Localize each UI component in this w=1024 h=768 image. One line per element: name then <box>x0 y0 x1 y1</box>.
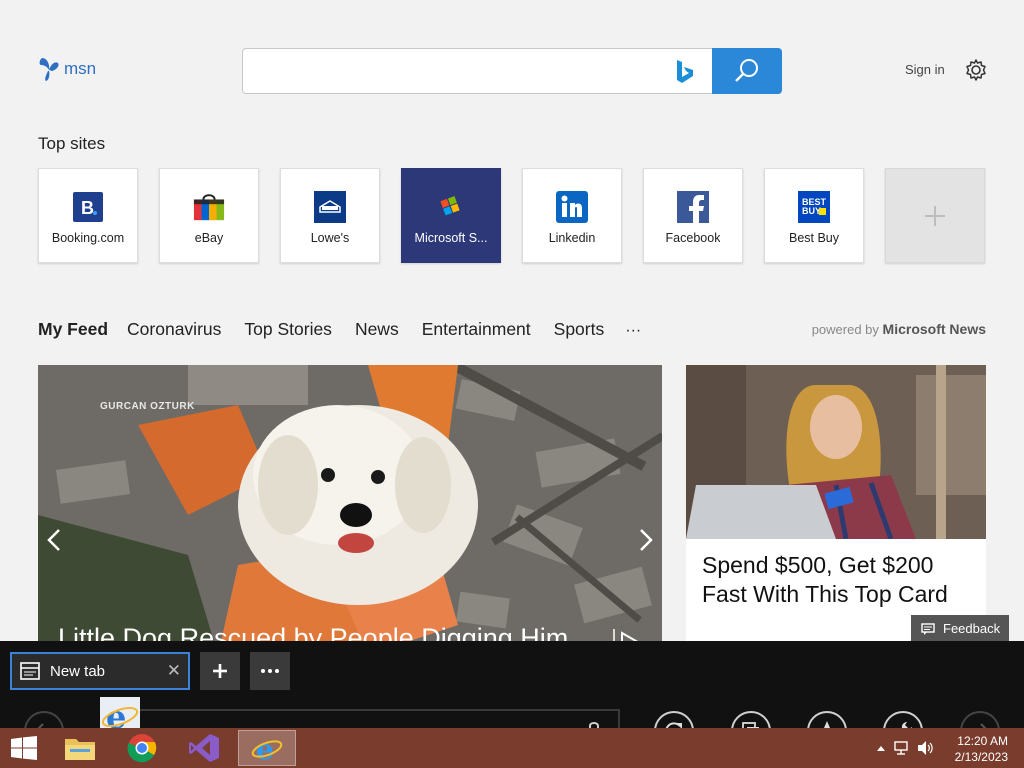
search-input[interactable] <box>253 59 663 83</box>
taskbar-visual-studio[interactable] <box>186 730 222 766</box>
tab-label: New tab <box>50 662 106 680</box>
msn-butterfly-icon <box>39 58 59 81</box>
top-site-booking[interactable]: B Booking.com <box>38 168 138 263</box>
internet-explorer-icon: e <box>251 733 283 763</box>
booking-icon: B <box>72 191 104 223</box>
system-tray <box>877 740 933 756</box>
bestbuy-icon: BEST BUY <box>798 191 830 223</box>
folder-icon <box>65 739 95 760</box>
tile-label: Booking.com <box>51 231 125 245</box>
powered-by-brand: Microsoft News <box>882 321 986 337</box>
taskbar-file-explorer[interactable] <box>62 730 98 766</box>
volume-icon[interactable] <box>917 740 933 756</box>
windows-taskbar: e 12:20 AM 2/13/2023 <box>0 728 1024 768</box>
clock-time: 12:20 AM <box>957 734 1008 748</box>
msn-logo-text: msn <box>64 59 97 78</box>
settings-gear-icon[interactable] <box>964 58 988 82</box>
tab-new-tab[interactable]: New tab ✕ <box>10 652 190 690</box>
start-button[interactable] <box>6 730 42 766</box>
powered-by[interactable]: powered by Microsoft News <box>812 321 986 337</box>
lowes-icon <box>314 191 346 223</box>
taskbar-chrome[interactable] <box>124 730 160 766</box>
show-hidden-icons-icon[interactable] <box>877 745 885 751</box>
top-site-lowes[interactable]: Lowe's <box>280 168 380 263</box>
top-sites-list: B Booking.com eBay Lowe's Microsoft S...… <box>38 168 985 263</box>
search-box[interactable] <box>242 48 782 94</box>
taskbar-internet-explorer[interactable]: e <box>238 730 296 766</box>
windows-logo-icon <box>11 736 37 760</box>
sign-in-link[interactable]: Sign in <box>905 62 945 77</box>
top-site-linkedin[interactable]: Linkedin <box>522 168 622 263</box>
feed-nav: My Feed Coronavirus Top Stories News Ent… <box>38 319 664 340</box>
tile-label: Lowe's <box>310 231 350 245</box>
visual-studio-icon <box>189 734 219 762</box>
feed-tab-my-feed[interactable]: My Feed <box>38 319 108 340</box>
search-icon <box>735 59 758 82</box>
ad-title[interactable]: Spend $500, Get $200 Fast With This Top … <box>702 551 972 609</box>
top-site-microsoft-store[interactable]: Microsoft S... <box>401 168 501 263</box>
tile-label: Facebook <box>665 231 721 245</box>
page-icon <box>20 662 40 680</box>
powered-by-prefix: powered by <box>811 322 879 337</box>
bing-icon <box>677 60 693 83</box>
facebook-icon <box>677 191 709 223</box>
feed-tab-entertainment[interactable]: Entertainment <box>422 319 531 340</box>
tile-label: Linkedin <box>548 231 596 245</box>
feedback-label: Feedback <box>943 621 1001 636</box>
search-button[interactable] <box>712 48 782 94</box>
top-site-ebay[interactable]: eBay <box>159 168 259 263</box>
add-top-site-button[interactable] <box>885 168 985 263</box>
tab-options-button[interactable] <box>250 652 290 690</box>
top-site-facebook[interactable]: Facebook <box>643 168 743 263</box>
feedback-button[interactable]: Feedback <box>911 615 1009 642</box>
svg-text:BUY: BUY <box>802 206 821 216</box>
tile-label: Best Buy <box>788 231 840 245</box>
svg-text:B: B <box>81 198 94 218</box>
ad-image <box>686 365 986 539</box>
browser-tab-bar: New tab ✕ e <box>0 641 1024 751</box>
ebay-bag-icon <box>193 191 225 223</box>
photo-credit: GURCAN OZTURK <box>100 401 195 412</box>
plus-icon <box>213 664 227 678</box>
new-tab-button[interactable] <box>200 652 240 690</box>
microsoft-store-icon <box>435 191 467 223</box>
close-tab-icon[interactable]: ✕ <box>167 661 181 681</box>
ad-card[interactable]: Spend $500, Get $200 Fast With This Top … <box>686 365 986 655</box>
carousel-prev-icon[interactable] <box>46 527 62 553</box>
linkedin-icon <box>556 191 588 223</box>
chrome-icon <box>127 734 157 763</box>
clock-date: 2/13/2023 <box>954 750 1008 764</box>
tile-label: Microsoft S... <box>414 231 488 245</box>
network-icon[interactable] <box>893 740 909 756</box>
feed-tab-news[interactable]: News <box>355 319 399 340</box>
feedback-icon <box>921 622 935 635</box>
feed-tab-coronavirus[interactable]: Coronavirus <box>127 319 221 340</box>
tile-label: eBay <box>194 231 224 245</box>
svg-text:e: e <box>256 733 274 763</box>
ad-photo <box>686 365 986 539</box>
hero-news-card[interactable]: GURCAN OZTURK Little Dog Rescued by Peop… <box>38 365 662 655</box>
carousel-next-icon[interactable] <box>638 527 654 553</box>
feed-tab-top-stories[interactable]: Top Stories <box>244 319 332 340</box>
feed-tab-sports[interactable]: Sports <box>554 319 605 340</box>
feed-more-button[interactable]: ··· <box>625 322 641 340</box>
top-sites-title: Top sites <box>38 134 106 153</box>
msn-logo[interactable]: msn <box>38 56 96 82</box>
plus-icon <box>925 205 945 226</box>
top-site-bestbuy[interactable]: BEST BUY Best Buy <box>764 168 864 263</box>
clock[interactable]: 12:20 AM 2/13/2023 <box>955 733 1008 765</box>
more-dots-icon <box>261 669 279 673</box>
